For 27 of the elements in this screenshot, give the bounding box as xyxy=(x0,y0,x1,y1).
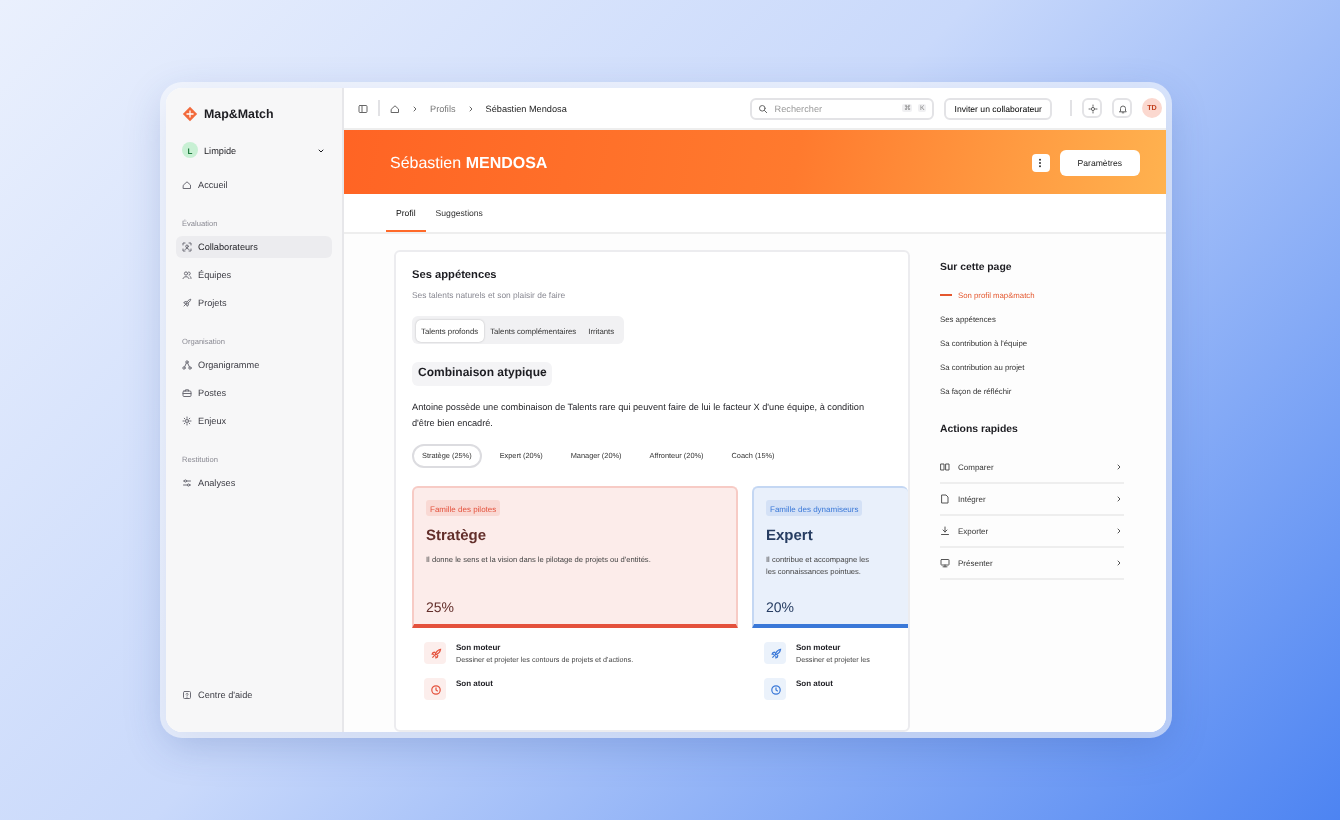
logo-icon xyxy=(182,106,198,122)
org-chart-icon xyxy=(182,360,192,370)
more-button[interactable] xyxy=(1031,153,1050,171)
monitor-icon xyxy=(940,558,950,568)
rocket-icon xyxy=(424,642,446,665)
profile-name: Sébastien MENDOSA xyxy=(390,153,550,171)
notifications-button[interactable] xyxy=(1112,98,1132,118)
clock-icon xyxy=(764,678,786,701)
gear-icon xyxy=(182,416,192,426)
clock-icon xyxy=(424,678,446,701)
sidebar-toggle-icon xyxy=(358,103,368,113)
rocket-icon xyxy=(764,642,786,665)
sliders-icon xyxy=(182,478,192,488)
help-icon xyxy=(182,690,192,700)
sun-icon xyxy=(1087,103,1097,113)
rocket-icon xyxy=(182,298,192,308)
bell-icon xyxy=(1117,103,1127,113)
download-icon xyxy=(940,526,950,536)
users-icon xyxy=(182,270,192,280)
home-icon xyxy=(390,103,400,113)
user-scan-icon xyxy=(182,242,192,252)
search-icon xyxy=(758,103,769,113)
compare-icon xyxy=(940,462,950,472)
briefcase-icon xyxy=(182,388,192,398)
home-icon xyxy=(182,180,192,190)
document-icon xyxy=(940,494,950,504)
theme-button[interactable] xyxy=(1082,98,1102,118)
